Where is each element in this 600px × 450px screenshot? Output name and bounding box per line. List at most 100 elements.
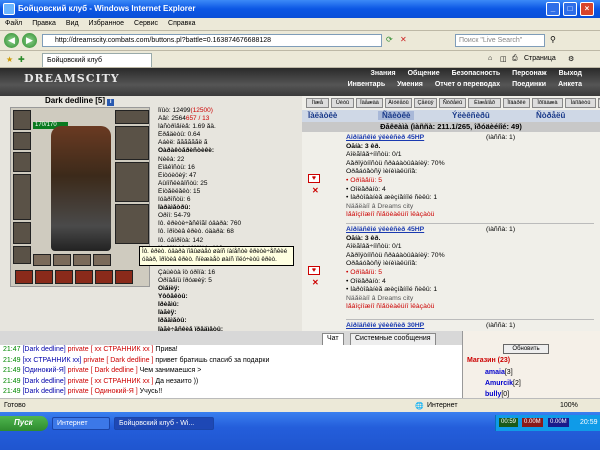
tools-icon[interactable]: ⚙ [568, 55, 574, 63]
character-name[interactable]: Dark dedline [45, 96, 93, 105]
tab-tents[interactable]: Ïàëàòêè [308, 111, 337, 120]
buy-heart-icon[interactable]: ♥ [308, 266, 320, 275]
chat-private-tag[interactable]: private [ хх СТРАННИК хх ] [68, 346, 154, 353]
spell-slot-2[interactable] [35, 270, 53, 284]
shop-category-button[interactable]: Ïîäàðêè [503, 98, 530, 108]
tab-scrolls[interactable]: Ñâèòêè [378, 111, 415, 120]
search-icon[interactable]: ⚲ [550, 35, 556, 44]
buy-heart-icon[interactable]: ♥ [308, 174, 320, 183]
chat-author[interactable]: [Dark dedline] [22, 346, 65, 353]
ring-slot-3[interactable] [73, 254, 91, 266]
item-title[interactable]: Ãîðîäñêîé ýëèêñèð 45HP [346, 226, 594, 235]
spell-slot-3[interactable] [55, 270, 73, 284]
user-name[interactable]: Amurcik [485, 380, 513, 387]
spell-slot-1[interactable] [15, 270, 33, 284]
shop-category-button[interactable]: Ïðîäàæà [532, 98, 563, 108]
task-fight-club[interactable]: Бойцовский клуб - Wi... [114, 417, 214, 430]
shield-slot[interactable] [115, 126, 149, 160]
boots-slot[interactable] [115, 204, 149, 244]
tab-system-messages[interactable]: Системные сообщения [350, 333, 436, 345]
update-button[interactable]: Обновить [503, 344, 549, 354]
remove-x-icon[interactable]: ✕ [312, 186, 319, 195]
menu-favorites[interactable]: Избранное [84, 18, 129, 29]
nav-communication[interactable]: Общение [408, 70, 440, 77]
menu-help[interactable]: Справка [163, 18, 200, 29]
item-title[interactable]: Ãîðîäñêîé ýëèêñèð 30HP [346, 322, 594, 331]
stop-icon[interactable]: ✕ [400, 35, 407, 44]
chat-author[interactable]: [хх СТРАННИК хх] [22, 357, 81, 364]
tab-arrows[interactable]: Ñòðåëû [536, 111, 565, 120]
status-zoom[interactable]: 100% [560, 402, 578, 409]
chat-private-tag[interactable]: private [ Dark dedline ] [68, 367, 138, 374]
nav-battles[interactable]: Поединки [512, 81, 546, 88]
search-input[interactable]: Поиск "Live Search" [455, 34, 545, 47]
start-button[interactable]: Пуск [0, 416, 48, 431]
minimize-button[interactable]: _ [546, 2, 560, 16]
feeds-icon[interactable]: ◫ [500, 55, 507, 63]
chat-private-tag[interactable]: private [ Dark dedline ] [83, 357, 153, 364]
tab-chat[interactable]: Чат [322, 333, 344, 345]
belt-slot[interactable] [13, 246, 31, 264]
offhand-slot[interactable] [115, 162, 149, 202]
spell-slot-5[interactable] [95, 270, 113, 284]
user-row[interactable]: amaia[3] [485, 369, 513, 376]
task-internet[interactable]: Интернет [52, 417, 110, 430]
user-name[interactable]: bully [485, 391, 501, 398]
browser-tab[interactable]: Бойцовский клуб [42, 53, 152, 67]
back-button[interactable]: ◀ [4, 33, 19, 48]
chat-author[interactable]: [Dark dedline] [22, 388, 65, 395]
nav-skills[interactable]: Умения [397, 81, 423, 88]
menu-view[interactable]: Вид [61, 18, 84, 29]
user-row[interactable]: Amurcik[2] [485, 380, 521, 387]
page-menu[interactable]: Страница [524, 55, 556, 62]
nav-exit[interactable]: Выход [559, 70, 582, 77]
chat-private-tag[interactable]: private [ Одинокий-Я ] [68, 388, 138, 395]
nav-inventory[interactable]: Инвентарь [348, 81, 386, 88]
shop-category-button[interactable]: Çåëüÿ [414, 98, 437, 108]
weapon-slot[interactable] [13, 174, 31, 220]
address-input[interactable]: http://dreamscity.combats.com/buttons.pl… [42, 34, 382, 47]
menu-file[interactable]: Файл [0, 18, 27, 29]
nav-profile[interactable]: Анкета [558, 81, 582, 88]
nav-security[interactable]: Безопасность [452, 70, 501, 77]
menu-tools[interactable]: Сервис [129, 18, 163, 29]
remove-x-icon[interactable]: ✕ [312, 278, 319, 287]
user-row[interactable]: bully[0] [485, 391, 509, 398]
menu-edit[interactable]: Правка [27, 18, 61, 29]
spell-slot-6[interactable] [115, 270, 133, 284]
shop-category-button[interactable]: Îáíîâèòü [565, 98, 596, 108]
info-icon[interactable]: i [107, 99, 115, 106]
shop-category-button[interactable]: Ìîæå [306, 98, 329, 108]
favorites-star-icon[interactable]: ★ [6, 55, 13, 64]
shop-category-button[interactable]: Ñòðåëû [439, 98, 466, 108]
item-title[interactable]: Ãîðîäñêîé ýëèêñèð 45HP [346, 134, 594, 143]
maximize-button[interactable]: □ [563, 2, 577, 16]
ring-slot-4[interactable] [93, 254, 111, 266]
earring-slot[interactable] [13, 132, 31, 150]
tab-elixirs[interactable]: Ýëèêñèðû [452, 111, 490, 120]
amulet-slot[interactable] [13, 152, 31, 172]
nav-transfers[interactable]: Отчет о переводах [435, 81, 500, 88]
armor-slot[interactable] [13, 222, 31, 244]
helmet-slot[interactable] [13, 110, 31, 130]
user-name[interactable]: amaia [485, 369, 505, 376]
spell-slot-4[interactable] [75, 270, 93, 284]
shop-category-button[interactable]: Îäåæäà [356, 98, 383, 108]
chat-author[interactable]: [Одинокий-Я] [22, 367, 65, 374]
nav-knowledge[interactable]: Знания [370, 70, 395, 77]
shop-category-button[interactable]: Àìóëåòû [385, 98, 412, 108]
close-button[interactable]: × [580, 2, 594, 16]
print-icon[interactable]: ⎙ [512, 55, 518, 63]
shop-category-button[interactable]: Èíæåíåð [468, 98, 501, 108]
ring-slot-2[interactable] [53, 254, 71, 266]
ring-slot-1[interactable] [33, 254, 51, 266]
gloves-slot[interactable] [115, 110, 149, 124]
add-favorites-icon[interactable]: ✚ [18, 55, 25, 64]
nav-character[interactable]: Персонаж [512, 70, 546, 77]
chat-author[interactable]: [Dark dedline] [22, 378, 65, 385]
home-icon[interactable]: ⌂ [488, 55, 492, 62]
forward-button[interactable]: ▶ [22, 33, 37, 48]
refresh-icon[interactable]: ⟳ [386, 35, 393, 44]
chat-private-tag[interactable]: private [ хх СТРАННИК хх ] [68, 378, 154, 385]
shop-category-button[interactable]: Ùèòû [331, 98, 354, 108]
